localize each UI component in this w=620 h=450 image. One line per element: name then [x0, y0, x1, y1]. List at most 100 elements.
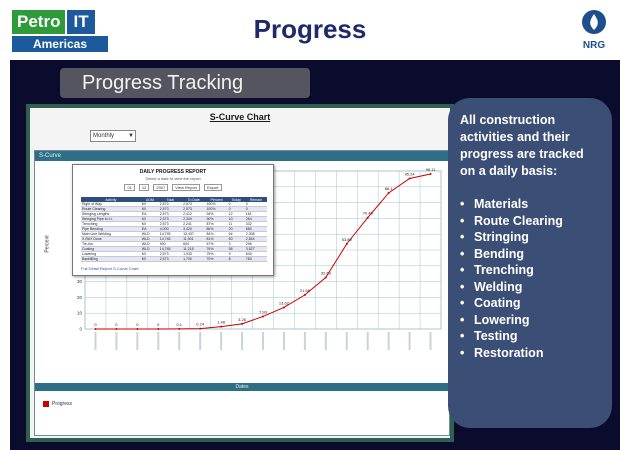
- activity-list: • Materials • Route Clearing • Stringing • Bend…: [460, 196, 600, 361]
- chart-title-bar: S-Curve: [35, 151, 449, 161]
- progress-point: [324, 276, 327, 279]
- activity-list-item: • Bending: [460, 246, 600, 263]
- chart-legend: Progress: [43, 401, 72, 407]
- data-label: 53.89: [342, 237, 353, 242]
- bullet-icon: •: [460, 263, 465, 277]
- activity-list-item: • Restoration: [460, 345, 600, 362]
- report-month-select[interactable]: 01: [124, 184, 135, 191]
- data-label: 1.48: [217, 320, 226, 325]
- export-button[interactable]: Export: [203, 184, 222, 191]
- data-label: 95.24: [405, 172, 416, 177]
- report-table: Activity UOM Total To Date Percent Today Remai…: [81, 197, 267, 262]
- activity-list-item: • Testing: [460, 328, 600, 345]
- report-subtitle: Select a date to view the report: [145, 176, 201, 181]
- data-label: 98.11: [426, 167, 436, 172]
- progress-point: [157, 328, 160, 330]
- nrg-logo: NRG: [582, 10, 606, 51]
- progress-point: [94, 328, 97, 330]
- activity-label: Testing: [474, 329, 518, 343]
- bullet-icon: •: [460, 213, 465, 228]
- y-tick-label: 10: [77, 311, 83, 316]
- activity-list-item: • Lowering: [460, 312, 600, 329]
- report-year-select[interactable]: 2007: [153, 184, 169, 191]
- progress-point: [220, 325, 223, 328]
- progress-point: [366, 216, 369, 219]
- data-label: 3.26: [238, 317, 247, 322]
- activity-label: Stringing: [474, 230, 529, 244]
- report-cell: 2,573: [158, 256, 183, 262]
- report-title: DAILY PROGRESS REPORT: [139, 169, 207, 175]
- y-tick-label: 0: [79, 327, 82, 332]
- report-footer-links[interactable]: Full Detail Report S-Curve Chart: [81, 266, 139, 271]
- report-day-select[interactable]: 12: [138, 184, 150, 191]
- slide-title: Progress: [253, 14, 367, 44]
- report-row: Backfilling MI 2,573 1,790 70% 8 783: [81, 256, 267, 262]
- chevron-down-icon: ▼: [128, 133, 134, 139]
- activity-list-item: • Trenching: [460, 262, 600, 279]
- progress-point: [262, 315, 264, 318]
- progress-point: [303, 293, 306, 296]
- bullet-icon: •: [460, 246, 465, 261]
- bullet-icon: •: [460, 329, 465, 343]
- x-tick-label: [157, 332, 160, 350]
- x-tick-label: [387, 332, 390, 350]
- x-tick-label: [94, 332, 97, 350]
- activity-label: Route Clearing: [474, 213, 563, 228]
- report-cell: 70%: [205, 256, 228, 262]
- progress-point: [345, 242, 348, 245]
- progress-point: [136, 328, 139, 330]
- bullet-icon: •: [460, 197, 465, 211]
- view-report-button[interactable]: View Report: [172, 184, 200, 191]
- x-tick-label: [282, 332, 285, 350]
- x-tick-label: [241, 332, 244, 350]
- activity-list-item: • Route Clearing: [460, 213, 600, 230]
- bullet-icon: •: [460, 312, 465, 327]
- callout-box: All construction activities and their pr…: [448, 98, 612, 428]
- progress-point: [241, 322, 244, 325]
- x-tick-label: [429, 332, 432, 350]
- x-tick-label: [220, 332, 223, 350]
- activity-list-item: • Materials: [460, 196, 600, 213]
- x-tick-label: [262, 332, 264, 350]
- report-cell: Backfilling: [81, 256, 141, 262]
- x-tick-label: [408, 332, 411, 350]
- progress-point: [178, 327, 181, 330]
- data-label: 70.45: [363, 211, 374, 216]
- bullet-icon: •: [460, 279, 465, 294]
- chart-heading: S-Curve Chart: [209, 112, 271, 122]
- data-label: 86.1: [385, 186, 394, 191]
- activity-label: Lowering: [474, 312, 530, 327]
- report-cell: 1,790: [182, 256, 206, 262]
- data-label: 7.93: [259, 309, 268, 314]
- progress-point: [199, 327, 202, 330]
- y-tick-label: 30: [77, 279, 83, 284]
- data-label: 0.24: [196, 322, 205, 327]
- data-label: 0.1: [176, 322, 182, 327]
- x-tick-label: [303, 332, 306, 350]
- progress-point: [282, 306, 285, 309]
- callout-intro: All construction activities and their pr…: [460, 113, 584, 178]
- progress-point: [115, 328, 118, 330]
- period-select[interactable]: Monthly ▼: [90, 130, 136, 142]
- y-tick-label: 20: [77, 295, 83, 300]
- activity-label: Trenching: [474, 263, 534, 277]
- data-label: 21.58: [300, 288, 311, 293]
- report-cell: 783: [244, 256, 267, 262]
- y-axis-title: Percent: [44, 235, 51, 253]
- slide-header: Petro IT Americas Progress NRG: [0, 0, 620, 60]
- activity-label: Coating: [474, 296, 521, 310]
- x-tick-label: [366, 332, 369, 350]
- section-label: Progress Tracking: [60, 68, 310, 98]
- x-tick-label: [324, 332, 327, 350]
- data-label: 13.62: [279, 300, 290, 305]
- progress-point: [408, 177, 411, 180]
- activity-label: Welding: [474, 279, 523, 294]
- bullet-icon: •: [460, 345, 465, 360]
- activity-label: Bending: [474, 246, 524, 261]
- x-axis-title: Dates: [35, 383, 449, 391]
- report-cell: MI: [140, 256, 159, 262]
- activity-label: Materials: [474, 197, 529, 211]
- legend-label: Progress: [52, 401, 73, 407]
- bullet-icon: •: [460, 296, 465, 310]
- x-tick-label: [345, 332, 348, 350]
